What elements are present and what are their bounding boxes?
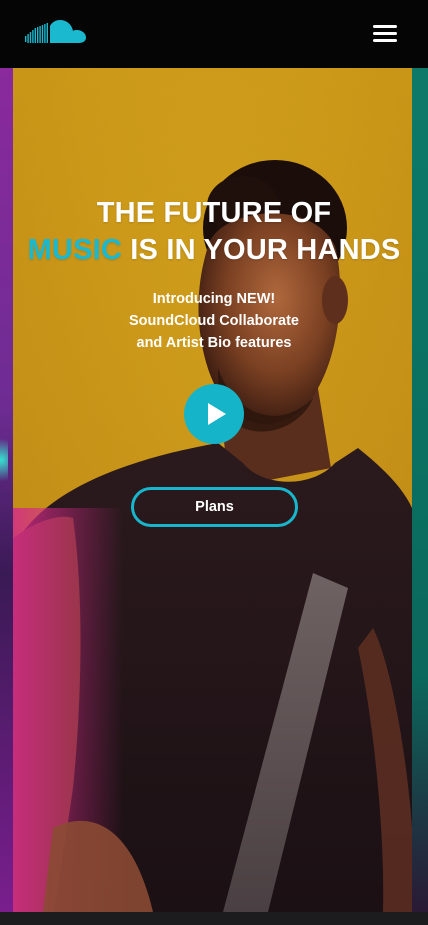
bottom-strip [0, 912, 428, 925]
slide-shade [412, 678, 428, 912]
soundcloud-logo-icon[interactable] [24, 18, 88, 50]
hamburger-menu-icon[interactable] [373, 23, 401, 45]
top-navigation-bar [0, 0, 428, 68]
plans-button[interactable]: Plans [131, 487, 298, 527]
menu-line [373, 32, 397, 35]
hero-subtitle-line1: Introducing NEW! [152, 291, 276, 307]
hero-title: THE FUTURE OF MUSIC IS IN YOUR HANDS [0, 195, 428, 269]
page: THE FUTURE OF MUSIC IS IN YOUR HANDS Int… [0, 0, 428, 925]
menu-line [373, 25, 397, 28]
slide-glow [0, 430, 8, 490]
hero-subtitle-line3: and Artist Bio features [136, 335, 292, 351]
hero-title-line1: THE FUTURE OF [96, 197, 332, 230]
hero-subtitle-line2: SoundCloud Collaborate [129, 313, 299, 329]
play-icon [208, 403, 226, 425]
play-button[interactable] [184, 384, 244, 444]
hero-subtitle: Introducing NEW! SoundCloud Collaborate … [0, 288, 428, 354]
hero-title-accent: MUSIC [27, 234, 123, 267]
menu-line [373, 39, 397, 42]
hero-title-line2: IS IN YOUR HANDS [122, 234, 401, 267]
